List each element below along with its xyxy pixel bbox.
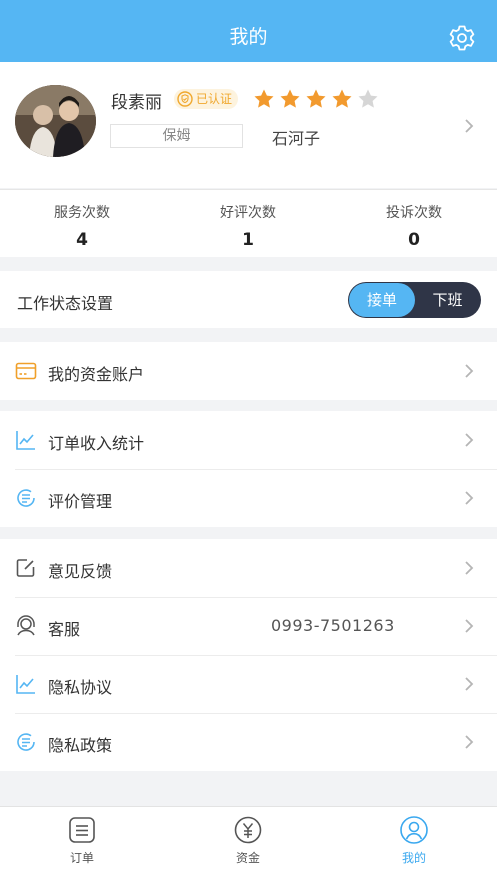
menu-item-label: 隐私协议	[48, 678, 113, 697]
menu-group-support: 意见反馈 客服 0993-7501263 隐私协议 隐私政策	[0, 539, 497, 771]
work-status-label: 工作状态设置	[17, 294, 114, 313]
menu-item-funds[interactable]: 我的资金账户	[0, 342, 497, 400]
stat-value: 0	[408, 230, 420, 250]
review-list-icon	[17, 489, 35, 507]
city-label: 石河子	[272, 129, 321, 148]
stat-service-count[interactable]: 服务次数 4	[12, 202, 152, 250]
order-list-icon	[69, 817, 95, 843]
rating-stars	[252, 87, 382, 111]
menu-group-stats: 订单收入统计 评价管理	[0, 411, 497, 527]
menu-item-label: 我的资金账户	[48, 365, 145, 384]
chevron-right-icon	[465, 119, 474, 133]
profile-card[interactable]: 段素丽 已认证 保姆 石河子	[0, 62, 497, 188]
menu-item-label: 客服	[48, 620, 81, 639]
stat-value: 4	[76, 230, 88, 250]
stat-complaint-count[interactable]: 投诉次数 0	[344, 202, 484, 250]
role-tag: 保姆	[110, 124, 243, 148]
certified-badge: 已认证	[174, 89, 239, 109]
menu-item-review-management[interactable]: 评价管理	[0, 469, 497, 527]
line-chart-icon	[16, 675, 35, 694]
stat-label: 服务次数	[54, 205, 110, 221]
tab-funds[interactable]: 资金	[208, 815, 288, 866]
headset-icon	[17, 615, 35, 636]
stat-label: 好评次数	[220, 205, 276, 221]
chevron-right-icon	[465, 491, 474, 505]
star-filled-icon	[280, 89, 300, 108]
stat-good-review-count[interactable]: 好评次数 1	[178, 202, 318, 250]
tab-label: 资金	[235, 851, 260, 865]
star-empty-icon	[358, 89, 378, 108]
stat-value: 1	[242, 230, 254, 250]
top-nav-bar: 我的	[0, 0, 497, 62]
toggle-option-accept[interactable]: 接单	[349, 283, 415, 317]
review-list-icon	[17, 733, 35, 751]
tab-orders[interactable]: 订单	[42, 815, 122, 866]
menu-item-label: 评价管理	[48, 492, 113, 511]
gear-icon[interactable]	[447, 23, 477, 53]
menu-group-funds: 我的资金账户	[0, 342, 497, 400]
star-filled-icon	[306, 89, 326, 108]
menu-item-customer-service[interactable]: 客服 0993-7501263	[0, 597, 497, 655]
user-name: 段素丽	[111, 93, 162, 113]
chevron-right-icon	[465, 677, 474, 691]
star-filled-icon	[254, 89, 274, 108]
chevron-right-icon	[465, 619, 474, 633]
stats-bar: 服务次数 4 好评次数 1 投诉次数 0	[0, 189, 497, 257]
yuan-icon	[234, 816, 262, 844]
edit-icon	[16, 559, 35, 577]
chevron-right-icon	[465, 364, 474, 378]
menu-item-label: 隐私政策	[48, 736, 113, 755]
page-title: 我的	[229, 26, 268, 48]
bottom-tab-bar: 订单 资金 我的	[0, 806, 497, 883]
stat-label: 投诉次数	[386, 205, 442, 221]
tab-mine[interactable]: 我的	[374, 815, 454, 866]
user-icon	[400, 816, 428, 844]
line-chart-icon	[16, 431, 35, 450]
work-status-row: 工作状态设置 接单 下班	[0, 271, 497, 328]
work-status-toggle[interactable]: 接单 下班	[348, 282, 481, 318]
certified-label: 已认证	[196, 92, 233, 106]
service-phone[interactable]: 0993-7501263	[271, 616, 395, 635]
chevron-right-icon	[465, 561, 474, 575]
menu-item-order-income-stats[interactable]: 订单收入统计	[0, 411, 497, 469]
menu-item-label: 意见反馈	[48, 562, 113, 581]
chevron-right-icon	[465, 433, 474, 447]
menu-item-feedback[interactable]: 意见反馈	[0, 539, 497, 597]
menu-item-privacy-agreement[interactable]: 隐私协议	[0, 655, 497, 713]
tab-label: 我的	[401, 851, 426, 865]
chevron-right-icon	[465, 735, 474, 749]
tab-label: 订单	[69, 851, 94, 865]
menu-item-label: 订单收入统计	[48, 434, 145, 453]
star-filled-icon	[332, 89, 352, 108]
shield-check-icon	[177, 91, 193, 107]
toggle-option-off-duty[interactable]: 下班	[415, 283, 480, 317]
wallet-card-icon	[15, 362, 37, 380]
menu-item-privacy-policy[interactable]: 隐私政策	[0, 713, 497, 771]
avatar	[15, 85, 96, 157]
